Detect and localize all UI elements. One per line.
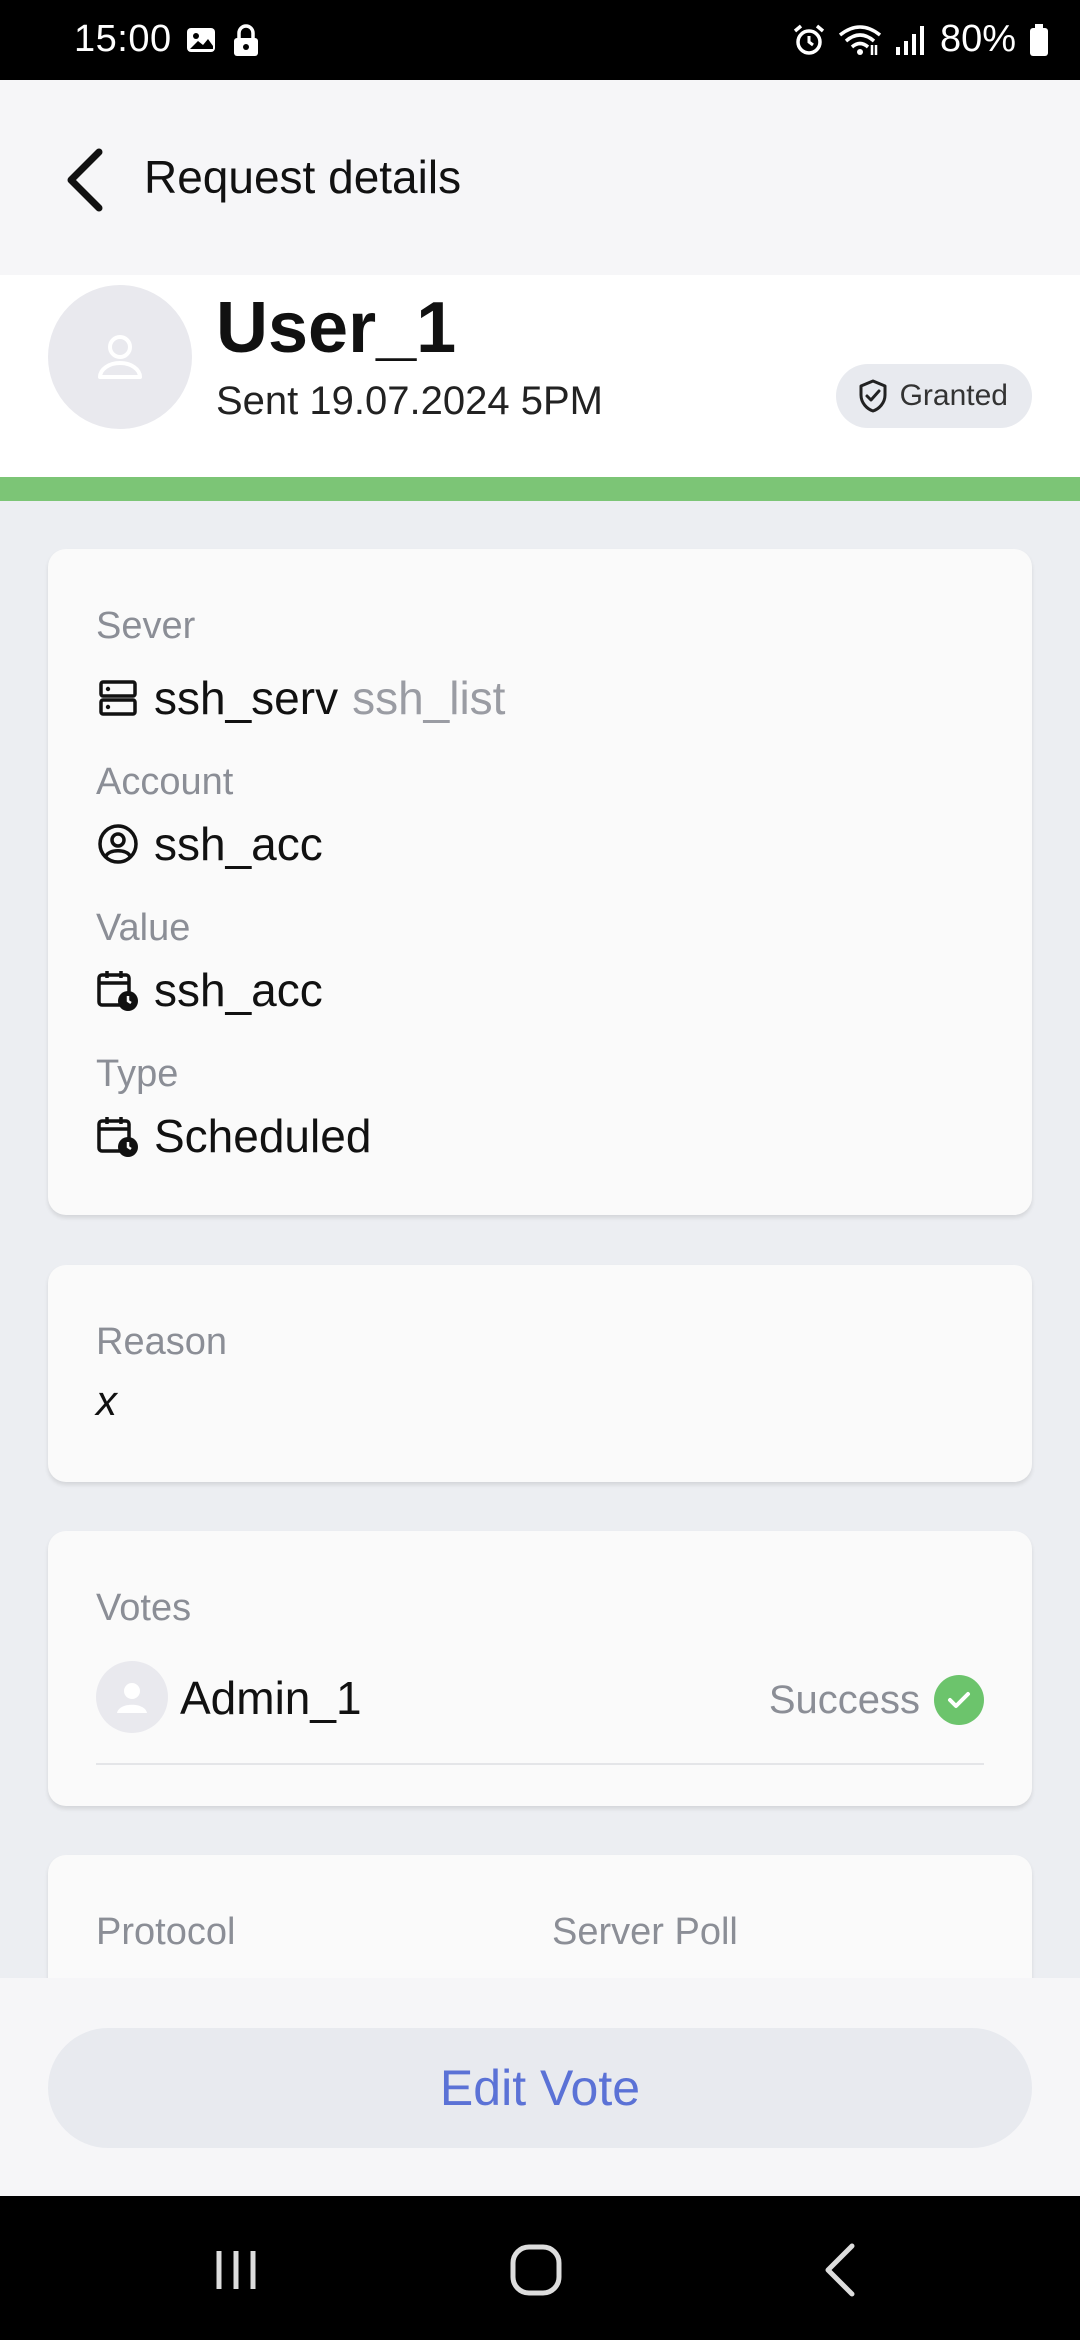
- sent-date: Sent 19.07.2024 5PM: [216, 379, 603, 423]
- battery-icon: [1028, 23, 1050, 57]
- value-label: Value: [96, 907, 191, 949]
- back-chevron-icon: [822, 2242, 858, 2298]
- status-time: 15:00: [74, 18, 172, 60]
- account-label: Account: [96, 761, 234, 803]
- user-icon: [112, 1677, 152, 1717]
- system-nav-bar: [0, 2196, 1080, 2340]
- recent-apps-button[interactable]: [196, 2240, 276, 2300]
- bottom-action-panel: Edit Vote: [0, 1978, 1080, 2196]
- server-icon: [96, 676, 140, 720]
- shield-check-icon: [858, 379, 888, 413]
- alarm-icon: [792, 23, 826, 57]
- reason-value: x: [96, 1377, 117, 1424]
- home-icon: [509, 2243, 563, 2297]
- reason-label: Reason: [96, 1321, 227, 1363]
- vote-status-label: Success: [768, 1677, 920, 1722]
- voter-name: Admin_1: [180, 1672, 362, 1724]
- wifi-icon: [838, 23, 882, 57]
- back-button[interactable]: [50, 140, 120, 220]
- value-value: ssh_acc: [154, 964, 323, 1016]
- edit-vote-button[interactable]: Edit Vote: [48, 2028, 1032, 2148]
- server-label: Sever: [96, 605, 196, 647]
- lock-icon: [231, 24, 261, 58]
- nav-back-button[interactable]: [800, 2240, 880, 2300]
- avatar: [48, 285, 192, 429]
- status-right: 80%: [792, 18, 1050, 61]
- account-value-row: ssh_acc: [96, 817, 323, 871]
- type-value-row: Scheduled: [96, 1109, 371, 1163]
- votes-label: Votes: [96, 1587, 192, 1629]
- reason-card: Reason x: [48, 1265, 1032, 1482]
- user-section: User_1 Sent 19.07.2024 5PM Granted: [0, 275, 1080, 477]
- status-badge: Granted: [835, 364, 1032, 428]
- image-icon: [185, 24, 217, 58]
- status-badge-label: Granted: [899, 379, 1008, 412]
- type-label: Type: [96, 1053, 179, 1095]
- details-card: Sever ssh_serv ssh_list Account ssh_acc …: [48, 549, 1032, 1215]
- home-button[interactable]: [496, 2240, 576, 2300]
- check-circle-icon: [934, 1675, 984, 1725]
- server-value-row: ssh_serv ssh_list: [96, 671, 505, 725]
- battery-percent: 80%: [939, 18, 1016, 60]
- server-value: ssh_serv: [154, 672, 339, 724]
- votes-card: Votes Admin_1 Success: [48, 1531, 1032, 1806]
- status-bar: 15:00 80%: [0, 0, 1080, 80]
- type-value: Scheduled: [154, 1110, 372, 1162]
- page-title: Request details: [144, 151, 462, 203]
- calendar-clock-icon: [96, 1114, 140, 1158]
- signal-icon: [894, 23, 928, 57]
- recent-apps-icon: [211, 2245, 261, 2295]
- account-circle-icon: [96, 822, 140, 866]
- server-list-value: ssh_list: [352, 672, 506, 724]
- avatar: [96, 1661, 168, 1733]
- protocol-label: Protocol: [96, 1911, 236, 1953]
- server-poll-label: Server Poll: [552, 1911, 738, 1953]
- user-icon: [92, 329, 148, 385]
- app-header: Request details: [0, 80, 1080, 275]
- calendar-clock-icon: [96, 968, 140, 1012]
- user-name: User_1: [216, 288, 457, 368]
- vote-row[interactable]: Admin_1 Success: [96, 1661, 984, 1765]
- account-value: ssh_acc: [154, 818, 323, 870]
- back-arrow-icon: [63, 148, 107, 212]
- value-value-row: ssh_acc: [96, 963, 323, 1017]
- status-left-icons: [185, 24, 261, 58]
- status-color-bar: [0, 477, 1080, 501]
- vote-status: Success: [769, 1675, 984, 1725]
